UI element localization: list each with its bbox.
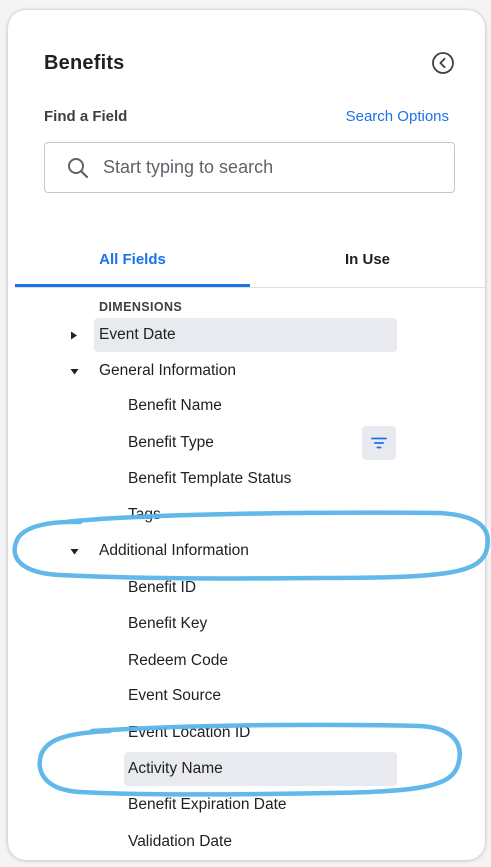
field-label: Event Date [99, 326, 176, 343]
field-item-benefit-name[interactable]: Benefit Name [128, 389, 397, 423]
caret-right-icon [68, 329, 80, 341]
field-picker-panel: Benefits Find a Field Search Options All… [8, 10, 485, 860]
tabs-divider [15, 287, 485, 288]
caret-down-icon [68, 545, 80, 557]
filter-button[interactable] [362, 426, 396, 460]
field-label: Benefit Template Status [128, 470, 292, 487]
field-label: Redeem Code [128, 652, 228, 669]
search-input[interactable] [103, 157, 433, 178]
dimensions-section-label: DIMENSIONS [99, 300, 183, 314]
search-options-link[interactable]: Search Options [346, 108, 449, 125]
field-tabs: All Fields In Use [15, 232, 485, 288]
field-item-benefit-id[interactable]: Benefit ID [128, 571, 397, 605]
field-item-benefit-key[interactable]: Benefit Key [128, 607, 397, 641]
panel-title: Benefits [44, 52, 125, 74]
field-label: Tags [128, 506, 161, 523]
field-group-general-information[interactable]: General Information [70, 354, 397, 388]
field-item-event-source[interactable]: Event Source [128, 679, 397, 713]
caret-down-icon [68, 365, 80, 377]
field-item-tags[interactable]: Tags [128, 498, 397, 532]
search-box [44, 142, 455, 193]
field-item-redeem-code[interactable]: Redeem Code [128, 644, 397, 678]
field-label: Additional Information [99, 542, 249, 559]
field-item-benefit-type[interactable]: Benefit Type [128, 426, 358, 460]
field-item-benefit-template-status[interactable]: Benefit Template Status [128, 462, 397, 496]
field-label: Benefit Expiration Date [128, 796, 287, 813]
field-group-additional-information[interactable]: Additional Information [70, 534, 397, 568]
field-item-validation-date[interactable]: Validation Date [128, 825, 397, 859]
tab-in-use[interactable]: In Use [250, 232, 485, 286]
chevron-left-circle-icon [431, 51, 454, 74]
field-label: Event Source [128, 687, 222, 704]
field-label: Activity Name [128, 760, 223, 777]
field-label: General Information [99, 362, 236, 379]
field-label: Benefit Type [128, 434, 214, 451]
field-label: Benefit Name [128, 397, 222, 414]
find-field-label: Find a Field [44, 108, 128, 125]
tab-all-fields[interactable]: All Fields [15, 232, 250, 286]
field-label: Event Location ID [128, 724, 251, 741]
field-label: Validation Date [128, 833, 232, 850]
field-item-activity-name[interactable]: Activity Name [124, 752, 397, 786]
field-group-event-date[interactable]: Event Date [71, 318, 397, 352]
collapse-panel-button[interactable] [430, 50, 455, 75]
field-item-event-location-id[interactable]: Event Location ID [128, 716, 397, 750]
field-label: Benefit Key [128, 615, 208, 632]
field-label: Benefit ID [128, 579, 197, 596]
field-item-benefit-expiration-date[interactable]: Benefit Expiration Date [128, 788, 397, 822]
search-icon [68, 157, 89, 178]
filter-icon [371, 437, 387, 449]
